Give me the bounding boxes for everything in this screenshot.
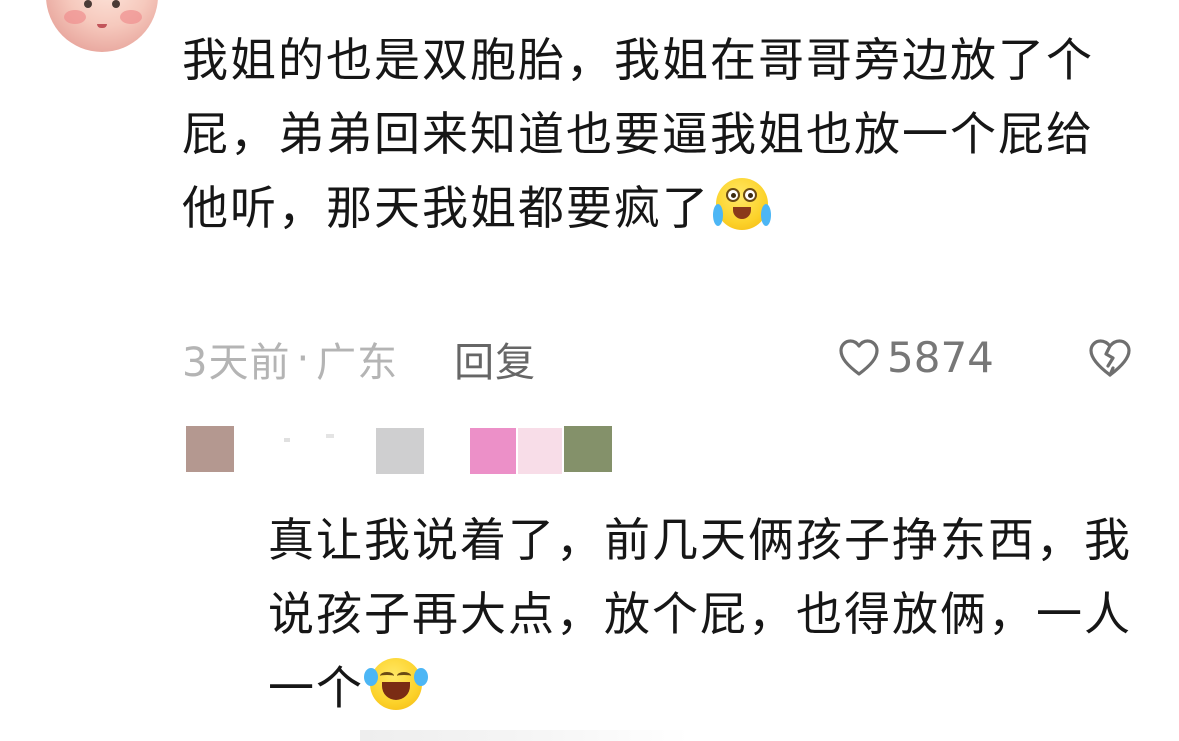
comment-body: 我姐的也是双胞胎，我姐在哥哥旁边放了个屁，弟弟回来知道也要逼我姐也放一个屁给他听… [182,33,1094,235]
reply-text: 真让我说着了，前几天俩孩子挣东西，我说孩子再大点，放个屁，也得放俩，一人一个 [268,503,1148,725]
avatar-eye [112,0,120,8]
avatar-cheek [64,10,86,24]
redaction-block [518,428,562,474]
broken-heart-icon[interactable] [1087,335,1133,381]
redaction-block [564,426,612,472]
like-button[interactable]: 5874 [837,333,994,382]
reply-author-name-redacted [186,424,626,474]
comment-meta-row: 3天前 · 广东 回复 5874 [182,327,1142,391]
redaction-block [186,426,234,472]
redaction-block [284,438,290,442]
redaction-block [376,428,424,474]
comment-time: 3天前 [182,340,291,386]
avatar-eye [84,0,92,8]
heart-icon [839,338,879,376]
redaction-block [470,428,516,474]
avatar-mouth [97,24,107,28]
reply-button[interactable]: 回复 [454,330,536,388]
next-comment-edge [360,730,690,741]
avatar-cheek [120,10,142,24]
like-count: 5874 [887,333,994,382]
crying-face-icon [713,178,771,230]
laughing-crying-icon [364,658,428,710]
redaction-block [326,434,334,438]
commenter-avatar[interactable] [46,0,158,52]
comment-text: 我姐的也是双胞胎，我姐在哥哥旁边放了个屁，弟弟回来知道也要逼我姐也放一个屁给他听… [182,23,1112,245]
meta-separator: · [296,336,311,382]
comment-location: 广东 [316,340,399,386]
